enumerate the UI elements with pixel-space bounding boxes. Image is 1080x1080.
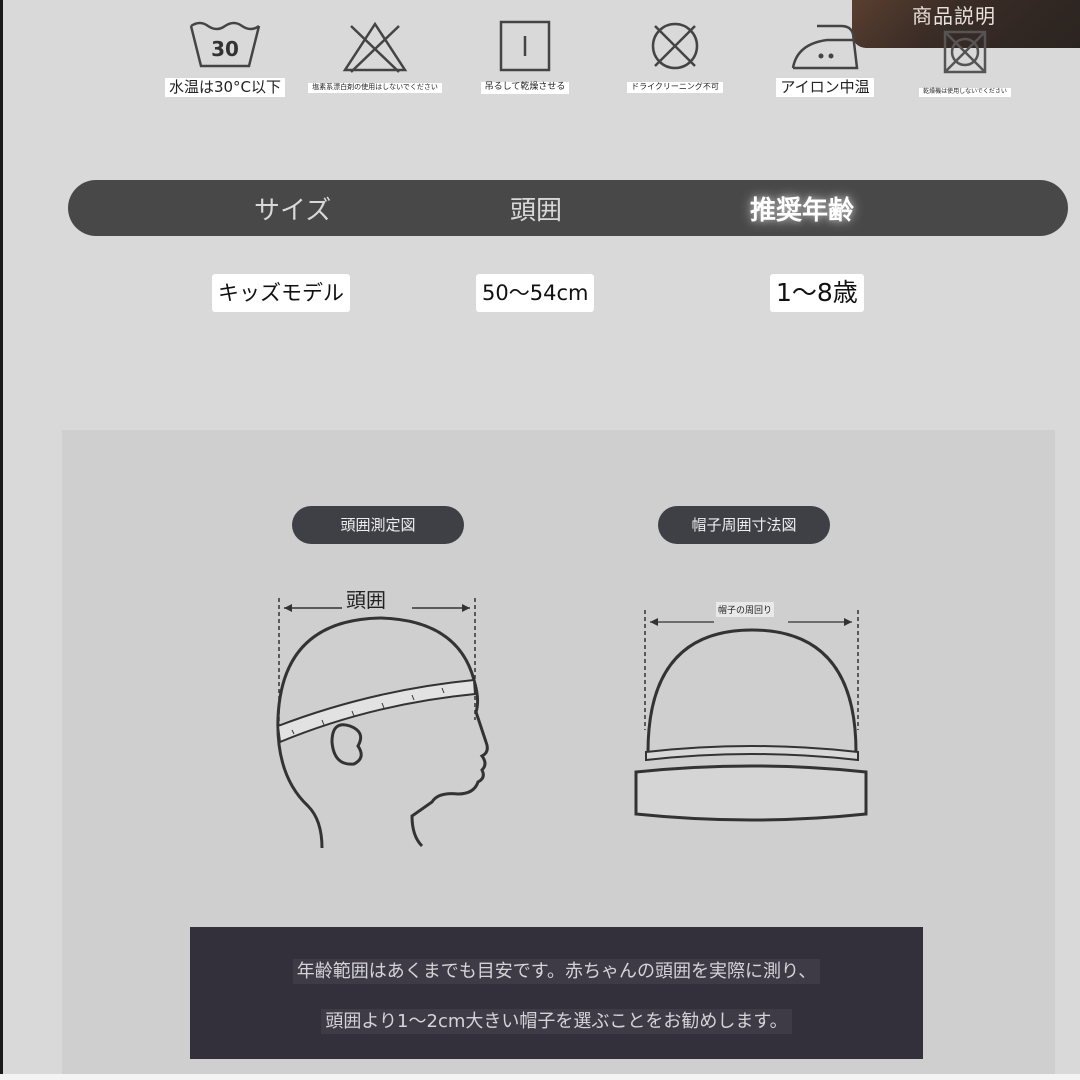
wash-30-icon: 30 — [189, 21, 261, 68]
care-label-bleach: 塩素系漂白剤の使用はしないでください — [308, 83, 442, 93]
hang-dry-icon — [499, 20, 551, 72]
left-border — [0, 0, 3, 1080]
care-item-wash: 30 水温は30°C以下 — [150, 18, 300, 118]
no-dry-clean-icon — [651, 22, 699, 70]
no-tumble-dry-icon — [943, 30, 987, 74]
care-label-hang-dry: 吊るして乾燥させる — [480, 82, 570, 94]
hat-measure-title: 帽子周囲寸法図 — [658, 506, 830, 544]
bottom-border — [0, 1074, 1080, 1080]
care-item-iron: アイロン中温 — [750, 18, 900, 118]
measurement-panel: 頭囲測定図 帽子周囲寸法図 頭囲 帽子の周回り 年齢範囲はあくまでも目安です。赤… — [62, 430, 1055, 1076]
head-diagram — [276, 598, 489, 849]
header-recommended-age: 推奨年齢 — [750, 196, 855, 226]
cell-model: キッズモデル — [212, 274, 350, 312]
header-head-circumference: 頭囲 — [510, 196, 563, 226]
care-label-wash: 水温は30°C以下 — [164, 78, 286, 97]
cell-age: 1〜8歳 — [770, 274, 864, 312]
care-label-dry-clean: ドライクリーニング不可 — [627, 82, 723, 93]
cell-circumference: 50〜54cm — [476, 274, 595, 312]
head-circumference-label: 頭囲 — [346, 588, 386, 612]
care-item-dry-clean: ドライクリーニング不可 — [600, 18, 750, 118]
care-item-tumble-dry: 乾燥機は使用しないでください — [890, 18, 1040, 118]
hat-circumference-label: 帽子の周回り — [716, 602, 775, 617]
head-measure-title: 頭囲測定図 — [292, 506, 464, 544]
care-symbols: 30 水温は30°C以下 塩素系漂白剤の使用はしないでください 吊るして乾燥させ… — [150, 18, 1011, 118]
no-bleach-icon — [342, 21, 408, 73]
care-label-tumble-dry: 乾燥機は使用しないでください — [919, 88, 1011, 97]
care-label-iron: アイロン中温 — [776, 78, 874, 97]
size-table-header: サイズ 頭囲 推奨年齢 — [68, 180, 1068, 236]
wash-temperature: 30 — [211, 37, 239, 61]
notice-line-2: 頭囲より1〜2cm大きい帽子を選ぶことをお勧めします。 — [190, 1007, 923, 1034]
notice-line-1: 年齢範囲はあくまでも目安です。赤ちゃんの頭囲を実際に測り、 — [190, 957, 923, 984]
sizing-notice: 年齢範囲はあくまでも目安です。赤ちゃんの頭囲を実際に測り、 頭囲より1〜2cm大… — [190, 927, 923, 1059]
care-item-bleach: 塩素系漂白剤の使用はしないでください — [300, 18, 450, 118]
hat-diagram — [634, 610, 868, 822]
iron-medium-icon — [791, 24, 859, 70]
care-item-hang-dry: 吊るして乾燥させる — [450, 18, 600, 118]
header-size: サイズ — [254, 196, 332, 226]
